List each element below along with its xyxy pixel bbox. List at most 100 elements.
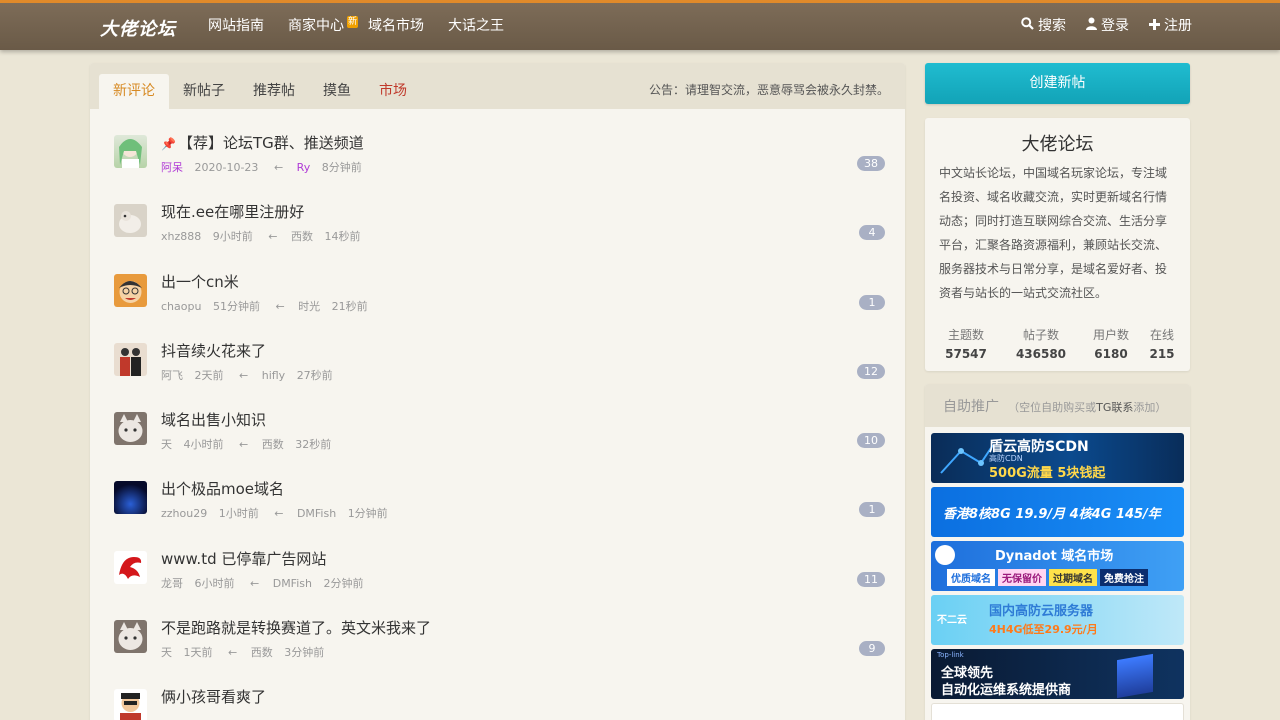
nav-talk-king[interactable]: 大话之王 <box>436 3 516 50</box>
last-reply-user[interactable]: 时光 <box>298 300 320 313</box>
tab-new-comments[interactable]: 新评论 <box>99 74 169 109</box>
last-reply-user[interactable]: 西数 <box>262 438 284 451</box>
tab-slack-off[interactable]: 摸鱼 <box>309 74 365 109</box>
search-link[interactable]: 搜索 <box>1021 3 1066 50</box>
pin-icon: 📌 <box>161 137 176 151</box>
last-reply-user[interactable]: DMFish <box>297 507 336 520</box>
topic-title[interactable]: 抖音续火花来了 <box>161 340 266 361</box>
reply-arrow-icon: ← <box>250 576 260 590</box>
avatar[interactable] <box>114 342 147 376</box>
stat-posts: 帖子数 436580 <box>1009 326 1073 361</box>
promotion-sub-pre: （空位自助购买或 <box>1008 401 1097 414</box>
site-logo[interactable]: 大佬论坛 <box>100 15 176 41</box>
banner-tag: 优质域名 <box>947 569 995 586</box>
ad-banner-dynadot[interactable]: Dynadot 域名市场 优质域名 无保留价 过期域名 免费抢注 <box>931 541 1184 591</box>
topic-author[interactable]: zzhou29 <box>161 507 207 520</box>
reply-count-badge: 38 <box>857 156 885 171</box>
stat-label: 帖子数 <box>1022 328 1059 342</box>
forum-info-card: 大佬论坛 中文站长论坛，中国域名玩家论坛，专注域名投资、域名收藏交流，实时更新域… <box>925 118 1190 371</box>
reply-count-badge: 10 <box>857 433 885 449</box>
topic-title: 【荐】论坛TG群、推送频道 <box>177 134 364 152</box>
topic-author[interactable]: xhz888 <box>161 230 201 243</box>
banner-logo: 不二云 <box>937 615 967 626</box>
topic-author[interactable]: 阿呆 <box>161 161 183 174</box>
avatar[interactable] <box>114 273 147 307</box>
register-link[interactable]: 注册 <box>1149 3 1192 50</box>
tg-contact-link[interactable]: TG联系 <box>1096 401 1133 414</box>
topic-panel: 新评论 新帖子 推荐帖 摸鱼 市场 公告：请理智交流，恶意辱骂会被永久封禁。 📌… <box>90 63 905 720</box>
avatar[interactable] <box>114 689 147 720</box>
avatar[interactable] <box>114 550 147 584</box>
topic-author[interactable]: 阿飞 <box>161 369 183 382</box>
register-label: 注册 <box>1164 18 1192 34</box>
avatar[interactable] <box>114 620 147 654</box>
topic-meta: zzhou29 1小时前 ← DMFish 1分钟前 <box>161 505 396 521</box>
topic-author[interactable]: 天 <box>161 438 172 451</box>
tab-new-posts[interactable]: 新帖子 <box>169 74 239 109</box>
nav-merchant-center[interactable]: 商家中心 新 <box>276 3 358 50</box>
topic-meta: 阿呆 2020-10-23 ← Ry 8分钟前 <box>161 159 370 175</box>
topic-row: www.td 已停靠广告网站 龙哥 6小时前 ← DMFish 2分钟前 11 <box>90 537 905 606</box>
topic-title-link[interactable]: 📌 【荐】论坛TG群、推送频道 <box>161 132 364 153</box>
last-reply-user[interactable]: DMFish <box>273 577 312 590</box>
promotion-title: 自助推广 <box>943 399 999 415</box>
create-post-button[interactable]: 创建新帖 <box>925 63 1190 104</box>
reply-count-badge: 1 <box>859 502 885 518</box>
tab-recommended[interactable]: 推荐帖 <box>239 74 309 109</box>
topic-title[interactable]: 不是跑路就是转换赛道了。英文米我来了 <box>161 617 431 638</box>
last-reply-user[interactable]: 西数 <box>291 230 313 243</box>
reply-arrow-icon: ← <box>273 161 284 174</box>
stat-label: 主题数 <box>947 328 984 342</box>
banner-logo: Top-link <box>937 651 964 659</box>
nav-guide[interactable]: 网站指南 <box>196 3 276 50</box>
topic-title[interactable]: 出个极品moe域名 <box>161 478 284 499</box>
topic-title[interactable]: 现在.ee在哪里注册好 <box>161 201 304 222</box>
login-link[interactable]: 登录 <box>1086 3 1129 50</box>
last-reply-time: 1分钟前 <box>347 507 388 521</box>
banner-line: Dynadot 域名市场 <box>995 549 1114 564</box>
tab-market[interactable]: 市场 <box>365 74 421 109</box>
last-reply-time: 8分钟前 <box>321 161 362 174</box>
ad-banner-empty-slot[interactable] <box>931 703 1184 720</box>
topic-title[interactable]: www.td 已停靠广告网站 <box>161 548 326 569</box>
last-reply-user[interactable]: hifly <box>262 369 285 382</box>
last-reply-time: 2分钟前 <box>323 576 364 590</box>
nav-domain-market[interactable]: 域名市场 <box>356 3 436 50</box>
ad-banner-toplink[interactable]: Top-link 全球领先 自动化运维系统提供商 <box>931 649 1184 699</box>
promotion-card: 自助推广 （空位自助购买或TG联系添加） 盾云高防SCDN 高防CDN 500G… <box>925 384 1190 720</box>
topic-time: 6小时前 <box>194 576 235 590</box>
announcement: 公告：请理智交流，恶意辱骂会被永久封禁。 <box>648 83 889 97</box>
last-reply-user[interactable]: Ry <box>297 161 311 174</box>
stat-value: 215 <box>1149 347 1175 361</box>
reply-count-badge: 4 <box>859 225 885 241</box>
avatar[interactable] <box>114 204 147 238</box>
topic-title[interactable]: 域名出售小知识 <box>161 409 266 430</box>
stat-users: 用户数 6180 <box>1085 326 1137 361</box>
topic-list: 📌 【荐】论坛TG群、推送频道 阿呆 2020-10-23 ← Ry 8分钟前 3… <box>90 109 905 720</box>
ad-banner-buer-cloud[interactable]: 不二云 国内高防云服务器 4H4G低至29.9元/月 <box>931 595 1184 645</box>
last-reply-user[interactable]: 西数 <box>251 646 273 659</box>
avatar[interactable] <box>114 412 147 446</box>
topic-row: 现在.ee在哪里注册好 xhz888 9小时前 ← 西数 14秒前 4 <box>90 190 905 259</box>
ad-banner-hk-server[interactable]: 香港8核8G 19.9/月 4核4G 145/年 <box>931 487 1184 537</box>
topic-meta: chaopu 51分钟前 ← 时光 21秒前 <box>161 298 376 314</box>
ad-banner-scdn[interactable]: 盾云高防SCDN 高防CDN 500G流量 5块钱起 <box>931 433 1184 483</box>
topic-author[interactable]: 龙哥 <box>161 577 183 590</box>
topic-author[interactable]: 天 <box>161 646 172 659</box>
avatar[interactable] <box>114 481 147 515</box>
search-icon <box>1021 3 1034 50</box>
promotion-subtitle: （空位自助购买或TG联系添加） <box>1008 401 1166 414</box>
topic-title[interactable]: 俩小孩哥看爽了 <box>161 686 266 707</box>
banner-line: 国内高防云服务器 <box>989 604 1094 619</box>
last-reply-time: 32秒前 <box>295 438 332 452</box>
server-rack-icon <box>1117 653 1153 699</box>
topic-title[interactable]: 出一个cn米 <box>161 271 239 292</box>
avatar[interactable] <box>114 135 147 168</box>
topic-time: 1小时前 <box>218 507 259 521</box>
topic-row: 域名出售小知识 天 4小时前 ← 西数 32秒前 10 <box>90 398 905 467</box>
banner-line: 自动化运维系统提供商 <box>941 683 1072 698</box>
topic-row: 📌 【荐】论坛TG群、推送频道 阿呆 2020-10-23 ← Ry 8分钟前 3… <box>90 121 905 190</box>
topic-author[interactable]: chaopu <box>161 300 201 313</box>
reply-arrow-icon: ← <box>239 438 249 452</box>
banner-line: 4H4G低至29.9元/月 <box>989 623 1098 636</box>
